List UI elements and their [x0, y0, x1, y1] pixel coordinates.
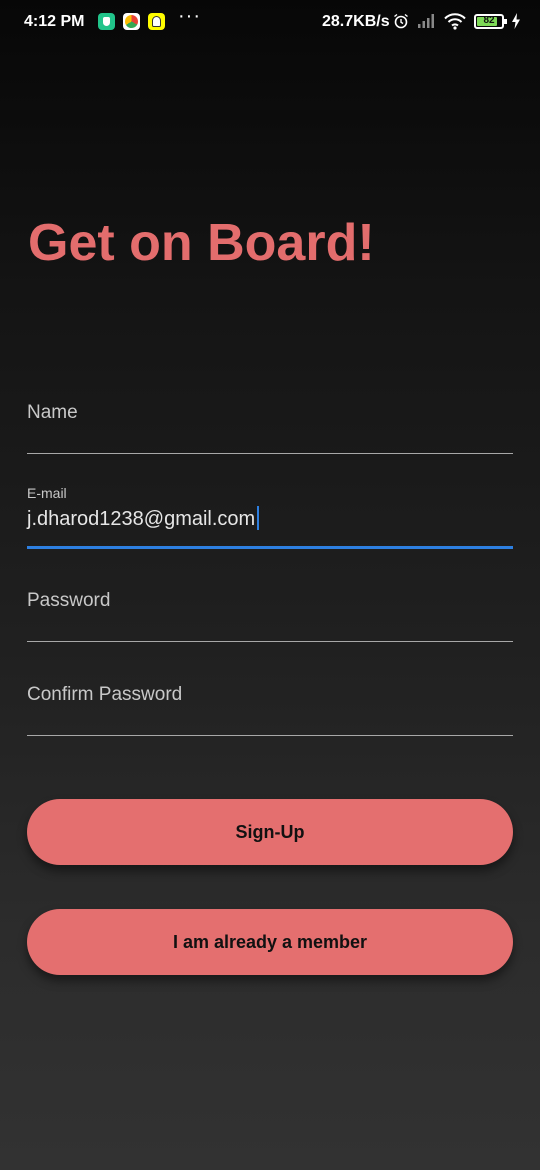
- email-label: E-mail: [27, 485, 67, 501]
- chrome-icon: [123, 13, 140, 30]
- already-member-button[interactable]: I am already a member: [27, 909, 513, 975]
- charging-icon: [512, 13, 520, 29]
- signup-button[interactable]: Sign-Up: [27, 799, 513, 865]
- password-underline: [27, 641, 513, 642]
- confirm-password-field[interactable]: Confirm Password: [27, 672, 513, 738]
- status-time: 4:12 PM: [24, 13, 85, 30]
- email-field[interactable]: E-mail j.dharod1238@gmail.com: [27, 484, 513, 550]
- signal-icon: [418, 14, 434, 28]
- snapchat-icon: [148, 13, 165, 30]
- text-cursor: [257, 506, 260, 530]
- name-underline: [27, 453, 513, 454]
- shield-app-icon: [98, 13, 115, 30]
- more-notifications-icon: ···: [178, 5, 201, 27]
- email-value: j.dharod1238@gmail.com: [27, 508, 256, 530]
- battery-tip: [504, 19, 507, 24]
- name-field[interactable]: Name: [27, 390, 513, 456]
- page-title: Get on Board!: [28, 214, 375, 272]
- wifi-icon: [444, 13, 466, 30]
- email-underline: [27, 546, 513, 549]
- alarm-icon: [394, 13, 408, 29]
- name-label: Name: [27, 402, 78, 423]
- battery-level: 82: [483, 15, 495, 26]
- battery-icon: 82: [474, 14, 507, 29]
- confirm-password-label: Confirm Password: [27, 684, 183, 705]
- email-input[interactable]: j.dharod1238@gmail.com: [27, 506, 260, 531]
- password-label: Password: [27, 590, 111, 611]
- password-field[interactable]: Password: [27, 578, 513, 644]
- network-speed: 28.7KB/s: [322, 13, 390, 30]
- status-bar: 4:12 PM ··· 28.7KB/s 82: [0, 0, 540, 44]
- confirm-password-underline: [27, 735, 513, 736]
